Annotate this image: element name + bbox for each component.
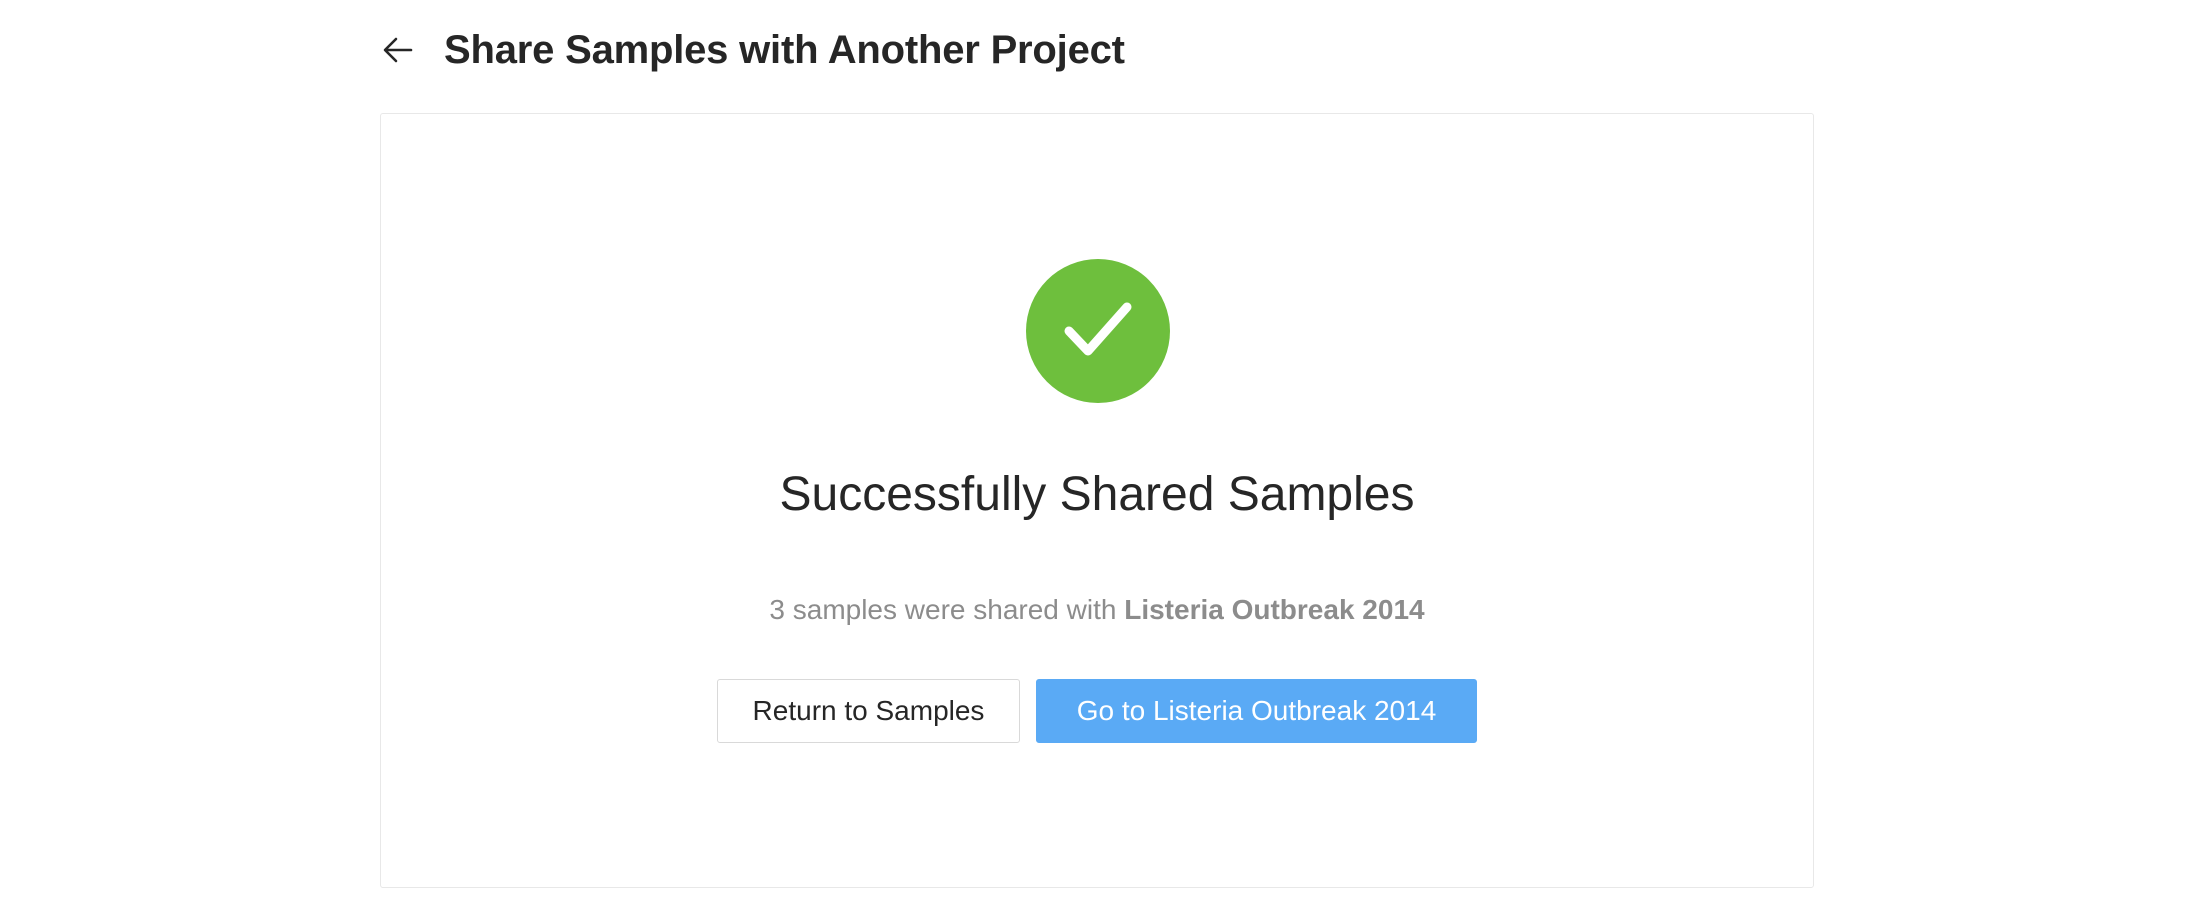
page-title: Share Samples with Another Project bbox=[444, 27, 1125, 72]
project-name: Listeria Outbreak 2014 bbox=[1124, 594, 1425, 625]
result-card: Successfully Shared Samples 3 samples we… bbox=[380, 113, 1814, 888]
page-header: Share Samples with Another Project bbox=[380, 22, 1125, 78]
go-to-project-button[interactable]: Go to Listeria Outbreak 2014 bbox=[1036, 679, 1477, 743]
check-icon bbox=[1064, 302, 1132, 356]
return-to-samples-button[interactable]: Return to Samples bbox=[717, 679, 1020, 743]
result-subtitle-text: 3 samples were shared with bbox=[769, 594, 1125, 625]
check-circle-icon bbox=[1026, 259, 1170, 403]
result-subtitle: 3 samples were shared with Listeria Outb… bbox=[381, 592, 1813, 628]
back-button[interactable] bbox=[380, 32, 416, 68]
arrow-left-icon bbox=[383, 37, 413, 63]
result-title: Successfully Shared Samples bbox=[779, 468, 1415, 521]
result-actions: Return to Samples Go to Listeria Outbrea… bbox=[381, 679, 1813, 743]
